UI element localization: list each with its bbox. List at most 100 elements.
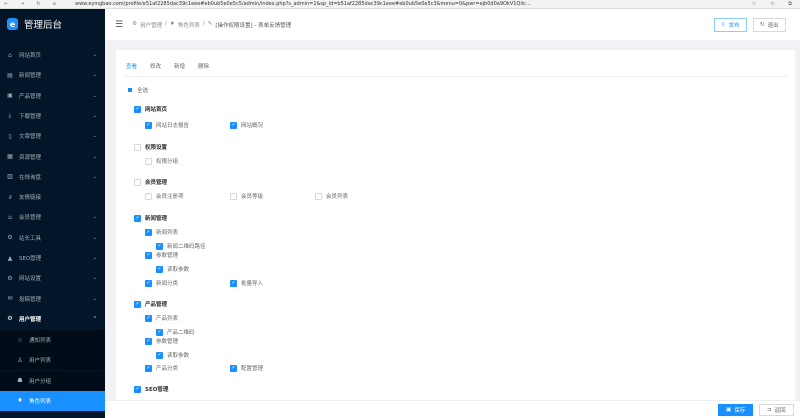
checkbox[interactable] <box>145 157 152 165</box>
back-icon[interactable]: ← <box>4 1 8 7</box>
permission-item[interactable]: 会员列表 <box>315 192 348 200</box>
checkbox[interactable]: ✓ <box>134 105 141 113</box>
save-label: 保存 <box>734 408 746 414</box>
sidebar-item[interactable]: ⌂ 会员管理 ⌄ <box>0 207 105 227</box>
checkbox[interactable]: ✓ <box>134 385 141 393</box>
permission-group[interactable]: 权限设置 <box>134 143 167 151</box>
permission-item[interactable]: ✓ 读取参数 <box>156 265 189 273</box>
permission-group[interactable]: ✓ SEO管理 <box>134 385 168 393</box>
breadcrumb-current: [操作权限设置] - 表单反馈管理 <box>215 22 292 29</box>
checkbox[interactable] <box>315 192 322 200</box>
permission-item[interactable]: ✓ 产品分类 <box>145 364 178 372</box>
checkbox[interactable]: ✓ <box>156 265 163 273</box>
checkbox[interactable]: ✓ <box>134 214 141 222</box>
tab-delete[interactable]: 删除 <box>198 62 209 77</box>
checkbox[interactable]: ✓ <box>134 300 141 308</box>
quit-button[interactable]: ↻ 退出 <box>753 18 786 32</box>
checkbox[interactable]: ✓ <box>145 279 152 287</box>
collections-icon[interactable]: ⧉ <box>788 1 792 7</box>
checkbox[interactable]: ✓ <box>145 337 152 345</box>
checkbox[interactable] <box>134 143 141 151</box>
checkbox[interactable] <box>230 192 237 200</box>
checkbox[interactable]: ✓ <box>156 328 163 336</box>
sidebar-item[interactable]: ▯ 文章管理 ⌄ <box>0 126 105 146</box>
permission-item[interactable]: ✓ 参数管理 <box>145 251 178 259</box>
permission-item[interactable]: ✓ 参数管理 <box>145 337 178 345</box>
favorites-icon[interactable]: ✩ <box>770 1 774 7</box>
sidebar-item[interactable]: ▤ 新闻管理 ⌄ <box>0 65 105 85</box>
permission-group[interactable]: ✓ 产品管理 <box>134 300 167 308</box>
sidebar-item[interactable]: ▦ 资源管理 ⌄ <box>0 147 105 167</box>
checkbox[interactable] <box>145 192 152 200</box>
sidebar-item[interactable]: ⌂ 网站首页 ⌄ <box>0 45 105 65</box>
checkbox[interactable]: ✓ <box>156 351 163 359</box>
sidebar-item[interactable]: ∂ 友情链接 <box>0 187 105 207</box>
select-all-checkbox[interactable]: 全选 <box>126 86 148 94</box>
permission-item[interactable]: ✓ 网站日志报告 <box>145 121 189 129</box>
favorite-icon[interactable]: ☆ <box>752 1 756 7</box>
sidebar-item[interactable]: ⤓ 下载管理 ⌄ <box>0 106 105 126</box>
permission-item[interactable]: 权限分组 <box>145 157 178 165</box>
permission-item[interactable]: ✓ 新闻二维码路径 <box>156 242 206 250</box>
sidebar-subitem[interactable]: ☗ 用户分组 <box>0 370 105 391</box>
checkbox[interactable]: ✓ <box>156 242 163 250</box>
tab-view[interactable]: 查看 <box>126 62 138 77</box>
checkbox[interactable]: ✓ <box>145 228 152 236</box>
app-title: 管理后台 <box>24 20 63 31</box>
sidebar-item[interactable]: ✉ 投稿管理 ⌄ <box>0 289 105 309</box>
sidebar-subitem[interactable]: ♙ 用户列表 <box>0 350 105 371</box>
tab-add[interactable]: 新增 <box>174 62 185 77</box>
refresh-icon[interactable]: ↻ <box>36 1 40 7</box>
permission-label: 会员等级 <box>241 194 264 200</box>
permission-item[interactable]: ✓ 读取参数 <box>156 351 189 359</box>
checkbox[interactable]: ✓ <box>145 314 152 322</box>
sidebar-item[interactable]: ▣ 产品管理 ⌄ <box>0 86 105 106</box>
permission-card: 查看 修改 新增 删除 全选 ✓ 网站首页 ✓ 网站日志报告 ✓ 网站概况权限设置权限分组… <box>116 50 795 400</box>
checkbox[interactable]: ✓ <box>145 251 152 259</box>
menu-toggle-icon[interactable]: ☰ <box>115 20 123 30</box>
publish-button[interactable]: ⇩ 发布 <box>714 18 747 32</box>
permission-label: 权限分组 <box>156 159 179 165</box>
checkbox[interactable] <box>126 86 133 94</box>
address-bar[interactable]: www.eyingbao.com/profile/e51af2285dac39c… <box>75 1 710 7</box>
breadcrumb-item[interactable]: 角色列表 <box>178 21 200 29</box>
forward-icon[interactable]: → <box>20 1 24 7</box>
sidebar-item-label: 友情链接 <box>19 195 42 202</box>
home-icon[interactable]: ⌂ <box>53 1 56 7</box>
checkbox[interactable]: ✓ <box>230 279 237 287</box>
sidebar-item[interactable]: ⚙ 站长工具 ⌄ <box>0 228 105 248</box>
permission-item[interactable]: ✓ 产品列表 <box>145 314 178 322</box>
checkbox[interactable]: ✓ <box>230 364 237 372</box>
permission-item[interactable]: ✓ 配置管理 <box>230 364 263 372</box>
tab-edit[interactable]: 修改 <box>150 62 161 77</box>
save-button[interactable]: ▣ 保存 <box>718 404 754 416</box>
sidebar-item[interactable]: ▲ SEO管理 ⌄ <box>0 248 105 268</box>
checkbox[interactable]: ✓ <box>145 364 152 372</box>
permission-group[interactable]: ✓ 新闻管理 <box>134 214 167 222</box>
permission-item[interactable]: ✓ 产品二维码 <box>156 328 195 336</box>
sidebar-item[interactable]: ⚙ 网站设置 ⌄ <box>0 268 105 288</box>
checkbox[interactable] <box>134 178 141 186</box>
permission-item[interactable]: ✓ 批量导入 <box>230 279 263 287</box>
permission-item[interactable]: ✓ 网站概况 <box>230 121 263 129</box>
permission-item[interactable]: ✓ 新闻分类 <box>145 279 178 287</box>
permission-label: 权限设置 <box>145 145 168 151</box>
permission-label: 读取参数 <box>167 267 190 273</box>
permission-item[interactable]: 会员等级 <box>230 192 263 200</box>
breadcrumb-item[interactable]: 用户管理 <box>140 21 162 29</box>
sidebar-item[interactable]: ▥ 在线询盘 ⌄ <box>0 167 105 187</box>
permission-label: 配置管理 <box>241 366 264 372</box>
gear-icon: ⚙ <box>132 20 138 27</box>
back-button[interactable]: ⊐ 返回 <box>759 404 794 416</box>
sidebar-subitem[interactable]: ☆ 通知列表 <box>0 330 105 350</box>
chevron-down-icon: ⌄ <box>92 255 97 261</box>
checkbox[interactable]: ✓ <box>230 121 237 129</box>
permission-group[interactable]: 会员管理 <box>134 178 167 186</box>
sidebar-subitem[interactable]: ♦ 角色列表 <box>0 390 105 411</box>
permission-item[interactable]: ✓ 新闻列表 <box>145 228 178 236</box>
sidebar-subitem-label: 通知列表 <box>29 338 52 344</box>
sidebar-item[interactable]: ⚙ 用户管理 ⌃ <box>0 309 105 329</box>
permission-item[interactable]: 会员注册项 <box>145 192 184 200</box>
checkbox[interactable]: ✓ <box>145 121 152 129</box>
permission-group[interactable]: ✓ 网站首页 <box>134 105 167 113</box>
